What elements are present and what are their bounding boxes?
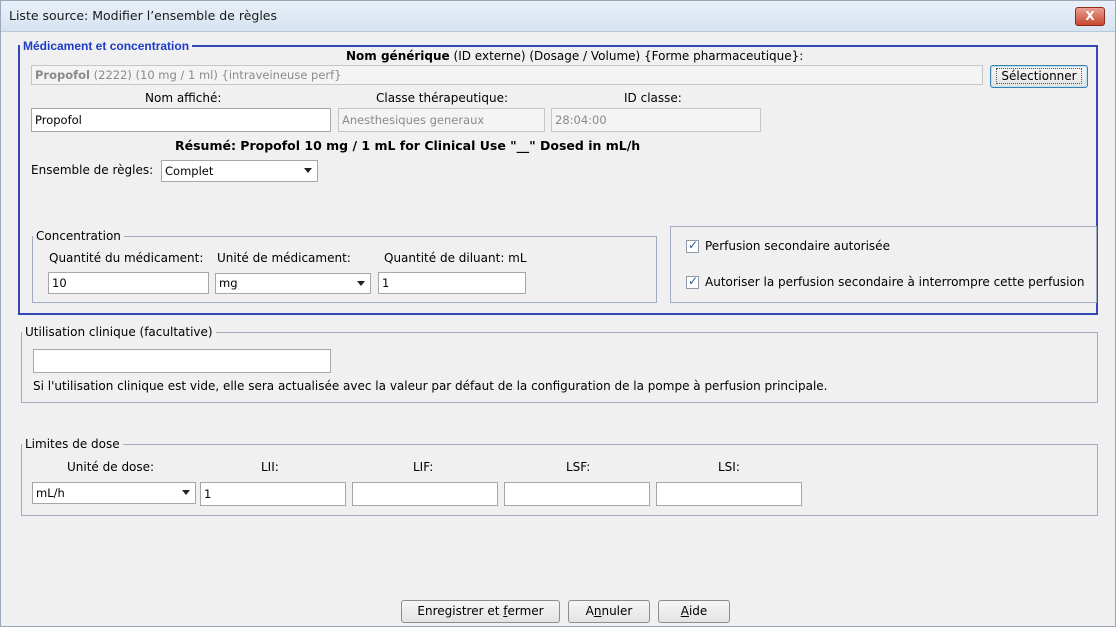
- clinical-use-legend: Utilisation clinique (facultative): [25, 325, 213, 339]
- dose-unit-label: Unité de dose:: [67, 460, 155, 474]
- ruleset-combobox[interactable]: Complet: [161, 160, 318, 182]
- secondary-interrupt-checkbox[interactable]: [686, 274, 699, 289]
- diluent-quantity-input[interactable]: 1: [378, 272, 526, 294]
- drug-unit-label: Unité de médicament:: [217, 251, 351, 265]
- lsi-label: LSI:: [718, 460, 740, 474]
- lif-input[interactable]: [352, 482, 498, 506]
- save-and-close-button[interactable]: Enregistrer et fermer: [401, 600, 560, 623]
- generic-name-bold: Propofol: [35, 68, 90, 82]
- help-label-accel: A: [680, 604, 689, 618]
- display-name-label: Nom affiché:: [145, 91, 222, 105]
- help-button[interactable]: Aide: [658, 600, 730, 623]
- title-bar: Liste source: Modifier l’ensemble de règ…: [1, 1, 1115, 32]
- drug-quantity-label: Quantité du médicament:: [49, 251, 204, 265]
- save-and-close-label-pre: Enregistrer et: [417, 604, 504, 618]
- lii-label: LII:: [261, 460, 279, 474]
- medication-legend: Médicament et concentration: [23, 39, 190, 53]
- secondary-infusion-group: [670, 226, 1097, 303]
- drug-quantity-input[interactable]: 10: [48, 272, 209, 294]
- cancel-label-post: nuler: [601, 604, 633, 618]
- concentration-legend: Concentration: [36, 229, 121, 243]
- therapeutic-class-field: Anesthesiques generaux: [338, 108, 545, 132]
- close-icon[interactable]: X: [1085, 9, 1094, 23]
- save-and-close-label-post: ermer: [507, 604, 544, 618]
- ruleset-value: Complet: [165, 164, 214, 178]
- dose-unit-value: mL/h: [36, 486, 65, 500]
- generic-name-header: Nom générique (ID externe) (Dosage / Vol…: [346, 49, 803, 63]
- select-button[interactable]: Sélectionner: [990, 65, 1088, 88]
- dose-unit-select[interactable]: mL/h: [32, 482, 196, 504]
- secondary-allowed-checkbox[interactable]: [686, 238, 699, 253]
- rule-set-dialog: Liste source: Modifier l’ensemble de règ…: [0, 0, 1116, 627]
- generic-name-field: Propofol (2222) (10 mg / 1 ml) {intravei…: [31, 65, 983, 85]
- chevron-down-icon: [357, 281, 365, 286]
- lsf-input[interactable]: [504, 482, 650, 506]
- window-title: Liste source: Modifier l’ensemble de règ…: [9, 8, 277, 23]
- lif-label: LIF:: [413, 460, 434, 474]
- drug-unit-select[interactable]: mg: [215, 273, 371, 294]
- generic-name-rest: (2222) (10 mg / 1 ml) {intraveineuse per…: [93, 68, 342, 82]
- therapeutic-class-label: Classe thérapeutique:: [376, 91, 509, 105]
- display-name-input[interactable]: Propofol: [31, 108, 331, 132]
- chevron-down-icon: [304, 168, 312, 173]
- diluent-quantity-label: Quantité de diluant: mL: [384, 251, 527, 265]
- close-button[interactable]: X: [1075, 7, 1105, 26]
- cancel-label-pre: A: [585, 604, 594, 618]
- secondary-interrupt-label[interactable]: Autoriser la perfusion secondaire à inte…: [705, 275, 1084, 289]
- select-button-label: Sélectionner: [996, 68, 1082, 84]
- class-id-label: ID classe:: [624, 91, 682, 105]
- lsi-input[interactable]: [656, 482, 802, 506]
- class-id-field: 28:04:00: [551, 108, 761, 132]
- clinical-use-input[interactable]: [33, 349, 331, 373]
- summary-text: Résumé: Propofol 10 mg / 1 mL for Clinic…: [175, 138, 641, 153]
- ruleset-label: Ensemble de règles:: [31, 163, 154, 177]
- clinical-use-note: Si l'utilisation clinique est vide, elle…: [33, 379, 828, 393]
- secondary-allowed-label[interactable]: Perfusion secondaire autorisée: [705, 239, 890, 253]
- generic-name-header-rest: (ID externe) (Dosage / Volume) {Forme ph…: [453, 49, 804, 63]
- chevron-down-icon: [182, 490, 190, 495]
- lsf-label: LSF:: [566, 460, 591, 474]
- dose-limits-legend: Limites de dose: [25, 437, 120, 451]
- lii-input[interactable]: 1: [200, 482, 346, 506]
- cancel-button[interactable]: Annuler: [568, 600, 650, 623]
- generic-name-header-bold: Nom générique: [346, 49, 450, 63]
- help-label-post: ide: [688, 604, 708, 618]
- drug-unit-value: mg: [219, 276, 238, 290]
